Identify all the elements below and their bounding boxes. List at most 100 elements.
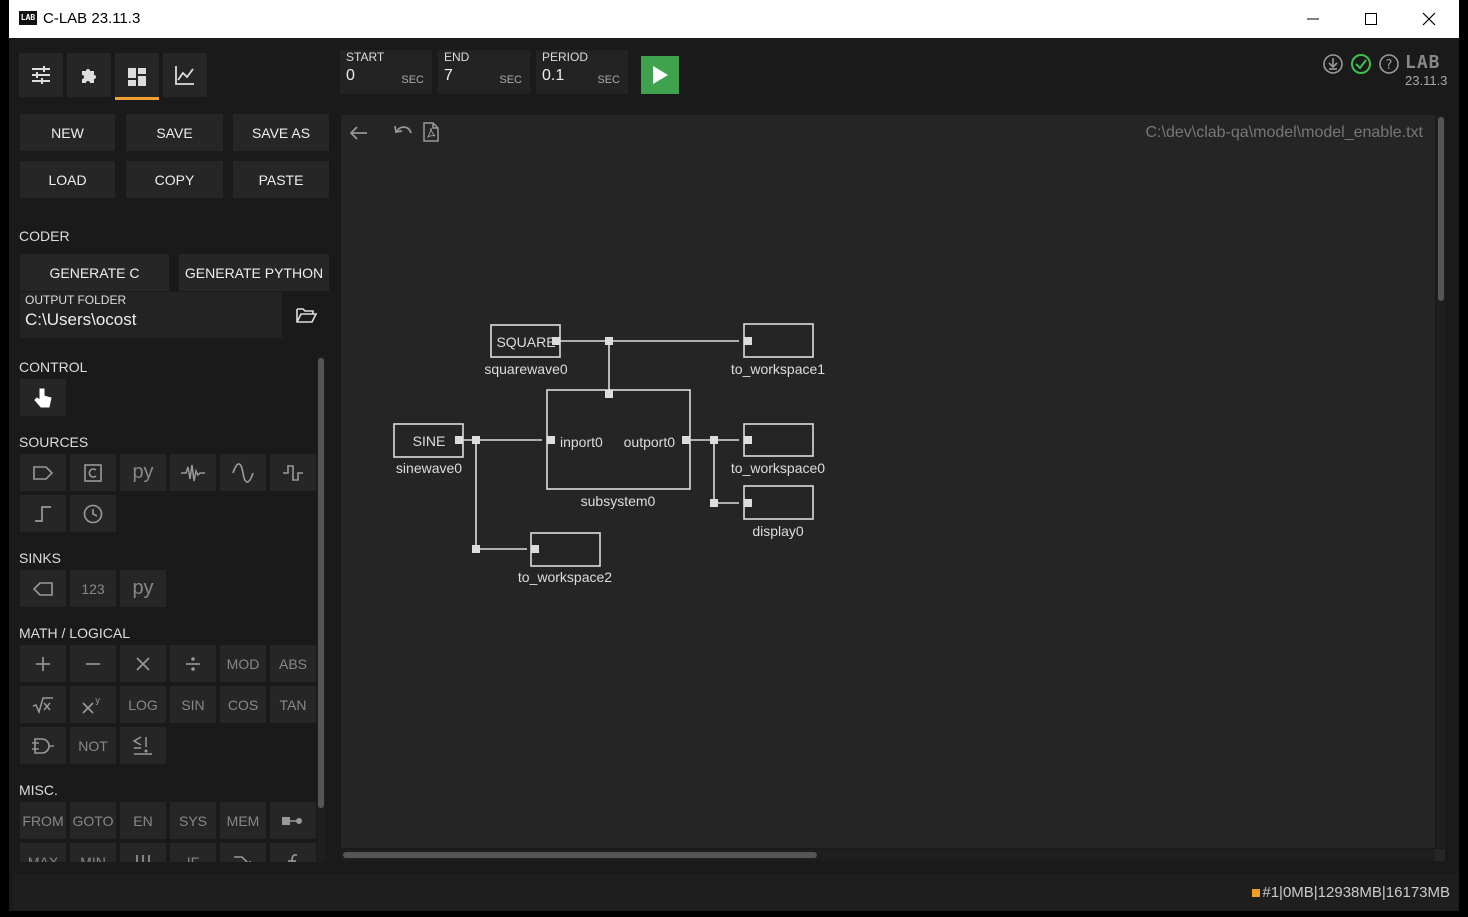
source-block-square[interactable]	[270, 454, 316, 491]
coder-section-title: CODER	[19, 228, 70, 244]
output-folder-value[interactable]: C:\Users\ocost	[25, 310, 136, 330]
svg-text:?: ?	[1386, 58, 1393, 73]
end-value[interactable]: 7	[444, 67, 453, 85]
math-block-multiply[interactable]	[120, 645, 166, 682]
block-display0[interactable]: display0	[743, 485, 814, 539]
math-block-cos[interactable]: COS	[220, 686, 266, 723]
math-block-log[interactable]: LOG	[120, 686, 166, 723]
math-block-add[interactable]	[20, 645, 66, 682]
run-button[interactable]	[641, 56, 679, 94]
misc-block-max[interactable]: MAX	[20, 843, 66, 862]
math-block-tan[interactable]: TAN	[270, 686, 316, 723]
misc-block-function[interactable]	[270, 843, 316, 862]
tab-plugins[interactable]	[67, 53, 111, 97]
new-button[interactable]: NEW	[20, 114, 115, 151]
scroll-corner	[1435, 849, 1445, 861]
period-value[interactable]: 0.1	[542, 67, 564, 85]
source-block-constant[interactable]	[70, 454, 116, 491]
misc-block-goto[interactable]: GOTO	[70, 802, 116, 839]
start-time-field[interactable]: START 0 SEC	[340, 50, 432, 94]
load-button[interactable]: LOAD	[20, 161, 115, 198]
math-block-logic-gate[interactable]	[20, 727, 66, 764]
title-bar: LAB C-LAB 23.11.3	[9, 0, 1459, 38]
source-block-step[interactable]	[20, 495, 66, 532]
output-folder-field[interactable]: OUTPUT FOLDER C:\Users\ocost	[20, 292, 282, 338]
period-field[interactable]: PERIOD 0.1 SEC	[536, 50, 628, 94]
sink-tag-icon	[32, 581, 53, 596]
start-label: START	[346, 50, 385, 64]
folder-open-icon[interactable]	[296, 306, 318, 324]
canvas-hscroll-thumb[interactable]	[343, 852, 817, 858]
noise-icon	[181, 464, 205, 481]
math-block-sin[interactable]: SIN	[170, 686, 216, 723]
maximize-icon	[1365, 13, 1377, 25]
plus-icon	[36, 656, 50, 671]
source-block-python[interactable]: py	[120, 454, 166, 491]
block-to-workspace0[interactable]: to_workspace0	[731, 423, 825, 476]
sine-wave-icon	[232, 462, 254, 483]
switch-icon	[234, 855, 251, 862]
block-sinewave[interactable]: SINE sinewave0	[393, 423, 464, 476]
sink-block-python[interactable]: py	[120, 570, 166, 607]
display-block-name: display0	[752, 523, 804, 539]
misc-block-mux[interactable]	[270, 802, 316, 839]
block-to-workspace2[interactable]: to_workspace2	[518, 532, 612, 585]
svg-text:y: y	[95, 696, 101, 706]
source-block-sine[interactable]	[220, 454, 266, 491]
source-block-clock[interactable]	[70, 495, 116, 532]
logic-gate-icon	[32, 737, 54, 754]
block-to-workspace1[interactable]: to_workspace1	[731, 323, 825, 377]
minimize-button[interactable]	[1284, 0, 1342, 38]
sinks-section-title: SINKS	[19, 550, 62, 566]
control-block-hand[interactable]	[20, 379, 66, 416]
canvas-vscroll-thumb[interactable]	[1438, 117, 1444, 301]
help-icon[interactable]: ?	[1378, 53, 1400, 75]
tab-plots[interactable]	[163, 53, 207, 97]
math-block-not[interactable]: NOT	[70, 727, 116, 764]
download-icon[interactable]	[1322, 53, 1344, 75]
block-squarewave[interactable]: SQUARE squarewave0	[484, 324, 568, 377]
generate-c-button[interactable]: GENERATE C	[20, 254, 169, 291]
end-unit: SEC	[499, 74, 522, 86]
paste-button[interactable]: PASTE	[233, 161, 329, 198]
source-block-noise[interactable]	[170, 454, 216, 491]
maximize-button[interactable]	[1342, 0, 1400, 38]
misc-block-from[interactable]: FROM	[20, 802, 66, 839]
math-block-divide[interactable]	[170, 645, 216, 682]
misc-block-mem[interactable]: MEM	[220, 802, 266, 839]
tab-parameters[interactable]	[19, 53, 63, 97]
block-subsystem[interactable]: inport0 outport0 subsystem0	[546, 389, 691, 509]
math-block-power[interactable]: y	[70, 686, 116, 723]
sink-block-tag[interactable]	[20, 570, 66, 607]
app-logo: LAB	[19, 11, 37, 25]
start-value[interactable]: 0	[346, 67, 355, 85]
tab-dashboard[interactable]	[115, 53, 159, 100]
save-button[interactable]: SAVE	[126, 114, 223, 151]
sink-block-display[interactable]: 123	[70, 570, 116, 607]
math-block-sqrt[interactable]	[20, 686, 66, 723]
app-window: LAB C-LAB 23.11.3 START 0 SEC END 7 SEC …	[9, 0, 1459, 911]
misc-block-enable[interactable]: EN	[120, 802, 166, 839]
ws2-block-name: to_workspace2	[518, 569, 612, 585]
math-block-compare[interactable]	[120, 727, 166, 764]
memory-status-text: #1|0MB|12938MB|16173MB	[1262, 884, 1450, 901]
control-section-title: CONTROL	[19, 359, 88, 375]
source-block-tag[interactable]	[20, 454, 66, 491]
copy-button[interactable]: COPY	[126, 161, 223, 198]
math-block-mod[interactable]: MOD	[220, 645, 266, 682]
save-as-button[interactable]: SAVE AS	[233, 114, 329, 151]
chart-icon	[175, 66, 194, 85]
misc-block-switch[interactable]	[220, 843, 266, 862]
math-block-abs[interactable]: ABS	[270, 645, 316, 682]
status-indicator-icon	[1252, 888, 1261, 897]
palette-scrollbar-thumb[interactable]	[318, 358, 324, 808]
misc-block-if[interactable]: IF	[170, 843, 216, 862]
math-block-subtract[interactable]	[70, 645, 116, 682]
misc-block-min[interactable]: MIN	[70, 843, 116, 862]
end-time-field[interactable]: END 7 SEC	[438, 50, 530, 94]
model-diagram[interactable]: SQUARE squarewave0 to_workspace1 SINE si…	[341, 115, 1435, 848]
misc-block-sys[interactable]: SYS	[170, 802, 216, 839]
generate-python-button[interactable]: GENERATE PYTHON	[179, 254, 329, 291]
misc-block-list[interactable]	[120, 843, 166, 862]
close-button[interactable]	[1400, 0, 1458, 38]
